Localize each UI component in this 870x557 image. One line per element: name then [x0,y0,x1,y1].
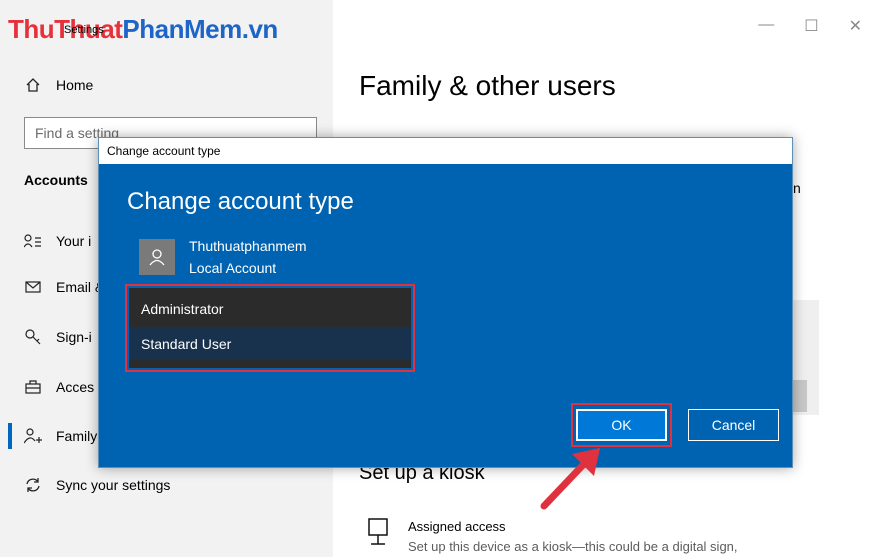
add-person-icon [24,427,42,445]
sidebar-item-sync[interactable]: Sync your settings [0,467,333,503]
account-name: Thuthuatphanmem [189,238,307,254]
dialog-heading: Change account type [127,188,354,215]
avatar [139,239,175,275]
mail-icon [24,278,42,296]
window-controls: — ☐ ✕ [758,16,862,36]
sidebar-item-label: Family [56,428,98,444]
person-card-icon [24,232,42,250]
window-title: Settings [64,24,104,36]
option-administrator[interactable]: Administrator [129,292,411,325]
sidebar-item-label: Home [56,77,94,93]
briefcase-icon [24,378,42,396]
close-button[interactable]: ✕ [849,16,862,36]
background-text-fragment: n [793,180,801,196]
background-button-fragment [793,380,807,412]
account-type: Local Account [189,260,277,276]
watermark-logo: ThuThuatPhanMem.vn [8,14,278,44]
sidebar-item-label: Email & [56,279,105,295]
minimize-button[interactable]: — [758,16,774,36]
assigned-access-description: Set up this device as a kiosk—this could… [408,539,738,554]
ok-button[interactable]: OK [576,409,667,441]
sidebar-item-label: Sync your settings [56,477,171,493]
account-type-dropdown[interactable]: Administrator Standard User [129,288,411,368]
assigned-access-link[interactable]: Assigned access [408,519,506,534]
home-icon [24,76,42,94]
cancel-button[interactable]: Cancel [688,409,779,441]
page-title: Family & other users [359,70,616,101]
user-icon [149,249,165,266]
dialog-titlebar: Change account type [99,138,792,164]
section-title-accounts: Accounts [24,172,88,188]
change-account-type-dialog: Change account type Change account type … [98,137,793,468]
sidebar-item-label: Your i [56,233,92,249]
key-icon [24,328,42,346]
maximize-button[interactable]: ☐ [804,16,818,36]
sidebar-item-label: Sign-i [56,329,92,345]
kiosk-display-icon [367,517,389,547]
sidebar-item-label: Acces [56,379,95,395]
option-standard-user[interactable]: Standard User [129,327,411,360]
sidebar-item-home[interactable]: Home [0,67,333,103]
sync-icon [24,476,42,494]
red-arrow-icon [540,448,600,510]
